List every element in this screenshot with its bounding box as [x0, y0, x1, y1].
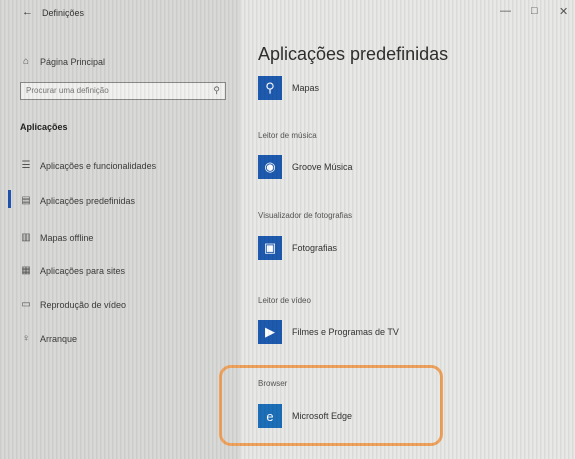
app-name: Groove Música — [292, 162, 353, 172]
sidebar-item-default-apps[interactable]: ▤ Aplicações predefinidas — [20, 195, 135, 206]
app-name: Fotografias — [292, 243, 338, 253]
app-name: Mapas — [292, 83, 320, 93]
sidebar-item-label: Mapas offline — [40, 232, 94, 243]
sidebar-item-label: Aplicações predefinidas — [40, 195, 136, 206]
search-input[interactable]: Procurar uma definição ⚲ — [20, 82, 226, 100]
highlight-annotation — [219, 365, 443, 446]
search-placeholder: Procurar uma definição — [26, 86, 109, 95]
settings-window: ← Definições — □ ✕ ⌂ Página Principal Pr… — [0, 0, 575, 459]
category-label-photos: Visualizador de fotografias — [258, 211, 353, 220]
active-indicator — [8, 190, 11, 208]
sidebar-item-home[interactable]: ⌂ Página Principal — [20, 56, 105, 67]
app-name: Filmes e Programas de TV — [292, 327, 399, 337]
sidebar-section-title: Aplicações — [20, 122, 68, 132]
sidebar-item-label: Arranque — [40, 333, 78, 344]
category-label-video: Leitor de vídeo — [258, 296, 311, 305]
sidebar-item-label: Aplicações e funcionalidades — [40, 160, 157, 171]
window-title: Definições — [42, 8, 85, 18]
sidebar-item-label: Reprodução de vídeo — [40, 299, 127, 310]
web-icon: ▦ — [21, 265, 31, 276]
home-icon: ⌂ — [22, 56, 30, 67]
sidebar — [0, 0, 240, 459]
defaults-icon: ▤ — [21, 195, 31, 206]
films-icon: ▶ — [258, 320, 282, 344]
default-app-video[interactable]: ▶ Filmes e Programas de TV — [258, 320, 399, 344]
back-button[interactable]: ← — [22, 6, 33, 18]
title-bar: ← Definições — □ ✕ — [0, 0, 575, 26]
search-icon: ⚲ — [213, 85, 220, 95]
map-icon: ▥ — [21, 232, 31, 243]
minimize-button[interactable]: — — [500, 5, 511, 17]
default-app-music[interactable]: ◉ Groove Música — [258, 155, 353, 179]
list-icon: ☰ — [21, 160, 31, 171]
default-app-photos[interactable]: ▣ Fotografias — [258, 236, 337, 260]
sidebar-item-startup[interactable]: ♀ Arranque — [20, 333, 77, 344]
sidebar-item-label: Página Principal — [40, 56, 106, 67]
groove-icon: ◉ — [258, 155, 282, 179]
page-title: Aplicações predefinidas — [258, 44, 449, 64]
maps-icon: ⚲ — [258, 76, 282, 100]
sidebar-item-offline-maps[interactable]: ▥ Mapas offline — [20, 232, 93, 243]
sidebar-item-apps-websites[interactable]: ▦ Aplicações para sites — [20, 265, 125, 276]
video-icon: ▭ — [21, 299, 31, 310]
sidebar-item-label: Aplicações para sites — [40, 265, 126, 276]
photos-icon: ▣ — [258, 236, 282, 260]
startup-icon: ♀ — [22, 333, 30, 344]
close-button[interactable]: ✕ — [559, 5, 568, 18]
sidebar-item-apps-features[interactable]: ☰ Aplicações e funcionalidades — [20, 160, 157, 171]
category-label-music: Leitor de música — [258, 131, 317, 140]
sidebar-item-video-playback[interactable]: ▭ Reprodução de vídeo — [20, 299, 126, 310]
maximize-button[interactable]: □ — [531, 5, 538, 17]
default-app-maps[interactable]: ⚲ Mapas — [258, 76, 319, 100]
